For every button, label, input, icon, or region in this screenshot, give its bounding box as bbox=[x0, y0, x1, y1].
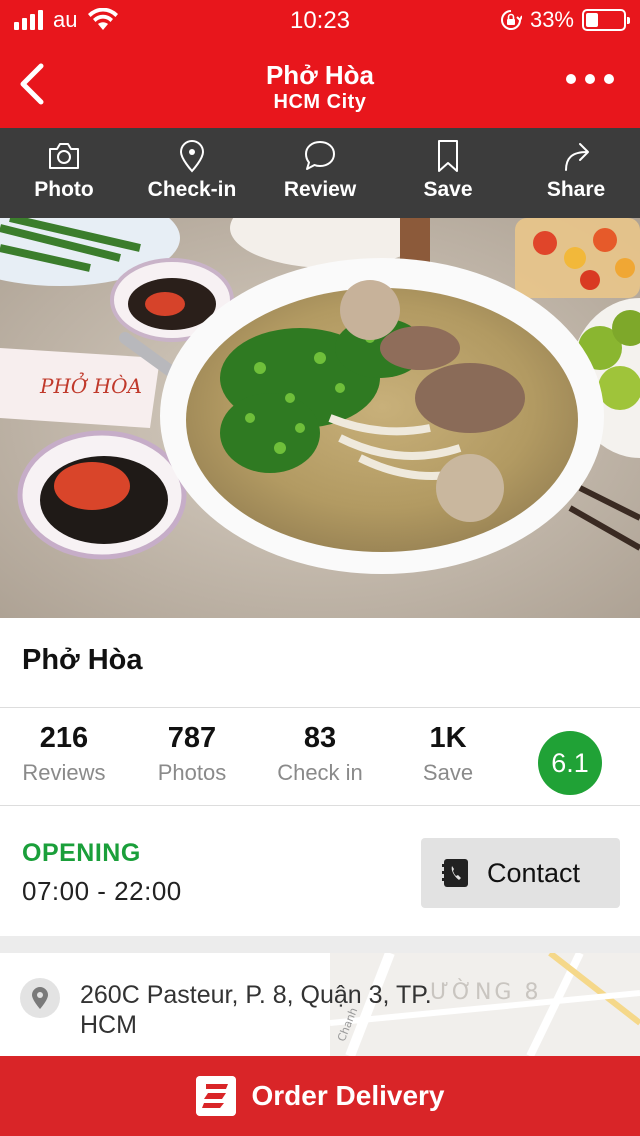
hero-photo[interactable]: PHỞ HÒA bbox=[0, 218, 640, 618]
pho-bowl-photo: PHỞ HÒA bbox=[0, 218, 640, 618]
navigation-bar: Phở Hòa HCM City bbox=[0, 40, 640, 128]
order-delivery-button[interactable]: Order Delivery bbox=[0, 1056, 640, 1136]
contact-label: Contact bbox=[487, 857, 581, 888]
more-horizontal-icon[interactable] bbox=[566, 74, 614, 84]
hours-row: OPENING 07:00 - 22:00 Contact bbox=[0, 806, 640, 936]
location-pin-icon bbox=[179, 140, 205, 173]
address-pin bbox=[20, 978, 60, 1018]
status-bar-right: 33% bbox=[500, 7, 630, 33]
share-button[interactable]: Share bbox=[512, 128, 640, 218]
phone-book-icon bbox=[442, 859, 468, 887]
stat-save[interactable]: 1K Save bbox=[384, 720, 512, 788]
rotation-lock-icon bbox=[500, 10, 522, 30]
save-label: Save bbox=[423, 178, 473, 201]
status-bar: au 10:23 33% bbox=[0, 0, 640, 40]
place-name-row: Phở Hòa bbox=[0, 618, 640, 708]
address-row[interactable]: Chanh ƯỜNG 8 260C Pasteur, P. 8, Quận 3,… bbox=[0, 953, 640, 1056]
stat-photos[interactable]: 787 Photos bbox=[128, 720, 256, 788]
order-delivery-label: Order Delivery bbox=[251, 1080, 445, 1111]
stat-reviews-value: 216 bbox=[39, 722, 89, 754]
battery-percent: 33% bbox=[529, 7, 574, 32]
share-arrow-icon bbox=[565, 143, 589, 171]
save-button[interactable]: Save bbox=[384, 128, 512, 218]
chat-bubble-icon bbox=[305, 141, 335, 170]
check-in-label: Check-in bbox=[147, 178, 237, 201]
check-in-button[interactable]: Check-in bbox=[128, 128, 256, 218]
stat-save-label: Save bbox=[422, 760, 474, 785]
camera-icon bbox=[49, 143, 79, 169]
address-text: 260C Pasteur, P. 8, Quận 3, TP. HCM bbox=[80, 981, 432, 1039]
score-badge[interactable]: 6.1 bbox=[538, 731, 602, 795]
opening-status: OPENING bbox=[22, 839, 141, 867]
stat-reviews-label: Reviews bbox=[22, 760, 106, 785]
share-label: Share bbox=[546, 178, 606, 201]
stat-photos-label: Photos bbox=[157, 760, 227, 785]
stat-check-in-label: Check in bbox=[277, 760, 363, 785]
opening-hours: 07:00 - 22:00 bbox=[22, 876, 182, 906]
photo-button[interactable]: Photo bbox=[0, 128, 128, 218]
svg-text:PHỞ HÒA: PHỞ HÒA bbox=[39, 371, 142, 398]
stat-reviews[interactable]: 216 Reviews bbox=[0, 720, 128, 788]
action-bar: Photo Check-in Review Save Share bbox=[0, 128, 640, 218]
section-divider bbox=[0, 936, 640, 953]
delivery-logo-icon bbox=[195, 1076, 236, 1116]
stats-row: 216 Reviews 787 Photos 83 Check in 1K Sa… bbox=[0, 708, 640, 806]
battery-icon bbox=[582, 9, 630, 31]
nav-title: Phở Hòa bbox=[265, 60, 375, 90]
stat-save-value: 1K bbox=[429, 722, 467, 754]
review-label: Review bbox=[283, 178, 357, 201]
stat-check-in-value: 83 bbox=[303, 722, 337, 754]
map-pin-icon bbox=[32, 987, 48, 1009]
stat-photos-value: 787 bbox=[167, 722, 217, 754]
stat-check-in[interactable]: 83 Check in bbox=[256, 720, 384, 788]
place-name: Phở Hòa bbox=[22, 644, 143, 676]
review-button[interactable]: Review bbox=[256, 128, 384, 218]
bookmark-icon bbox=[438, 140, 458, 172]
contact-button[interactable]: Contact bbox=[421, 838, 620, 908]
nav-title-block: Phở Hòa HCM City bbox=[0, 60, 640, 114]
photo-label: Photo bbox=[34, 178, 94, 201]
nav-subtitle: HCM City bbox=[273, 91, 367, 113]
battery-level-fill bbox=[586, 13, 598, 27]
